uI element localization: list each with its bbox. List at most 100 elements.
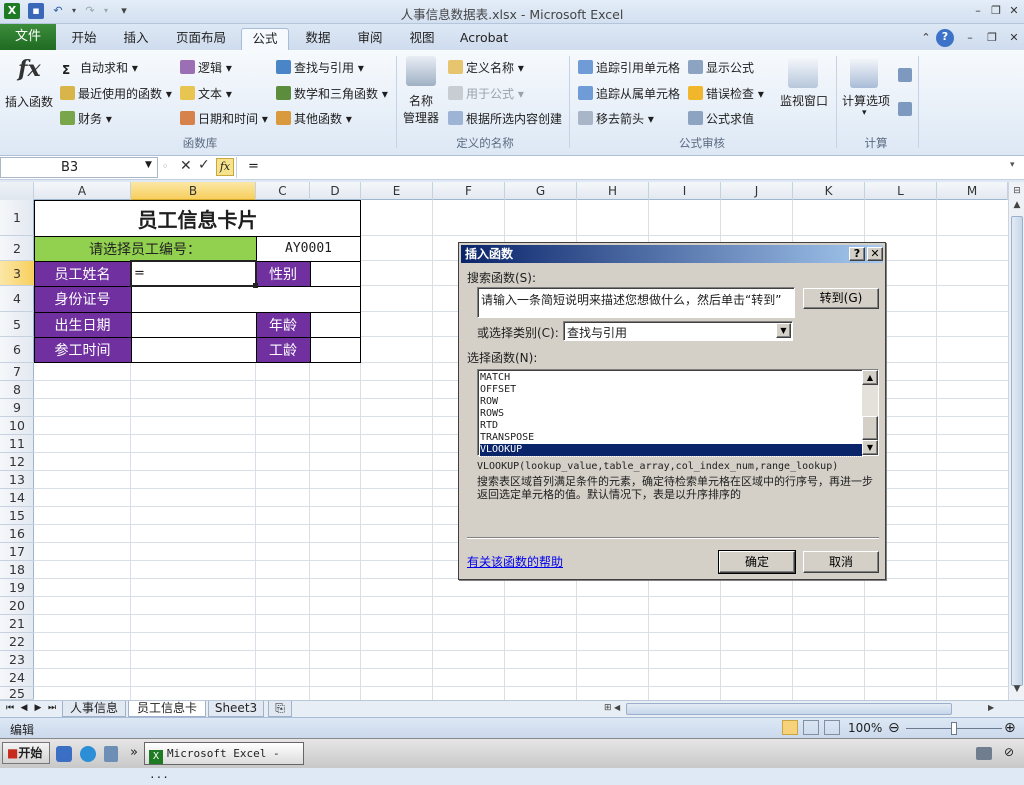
- row-header[interactable]: 5: [0, 312, 34, 337]
- name-manager-line1[interactable]: 名称: [409, 92, 433, 109]
- evaluate-formula-button[interactable]: 公式求值: [688, 110, 754, 127]
- vertical-scrollbar[interactable]: ⊟ ▲ ▼: [1008, 182, 1024, 700]
- formula-expand-icon[interactable]: ▾: [1010, 160, 1015, 170]
- close-icon[interactable]: ✕: [1006, 3, 1022, 19]
- row-header[interactable]: 1: [0, 200, 34, 236]
- first-sheet-icon[interactable]: ⏮: [4, 701, 16, 717]
- scroll-split-icon[interactable]: ⊟: [1011, 184, 1023, 198]
- show-desktop-icon[interactable]: [56, 746, 72, 762]
- trace-dependents-button[interactable]: 追踪从属单元格: [578, 85, 680, 102]
- doc-restore-icon[interactable]: ❐: [984, 30, 1000, 46]
- autosum-button[interactable]: Σ 自动求和 ▾: [62, 59, 138, 77]
- list-scroll-down-icon[interactable]: ▼: [862, 440, 878, 455]
- sheet-tab[interactable]: Sheet3: [208, 701, 264, 717]
- scroll-up-icon[interactable]: ▲: [1011, 200, 1023, 214]
- row-header[interactable]: 25: [0, 687, 34, 700]
- cancel-button[interactable]: 取消: [803, 551, 879, 573]
- minimize-icon[interactable]: –: [970, 3, 986, 19]
- row-header[interactable]: 12: [0, 453, 34, 471]
- doc-close-icon[interactable]: ✕: [1006, 30, 1022, 46]
- column-header[interactable]: D: [310, 182, 361, 200]
- row-header-selected[interactable]: 3: [0, 261, 34, 286]
- tab-review[interactable]: 审阅: [348, 28, 392, 50]
- row-header[interactable]: 8: [0, 381, 34, 399]
- trace-precedents-button[interactable]: 追踪引用单元格: [578, 59, 680, 76]
- fill-handle[interactable]: [253, 283, 258, 288]
- logical-button[interactable]: 逻辑 ▾: [180, 59, 232, 76]
- tab-insert[interactable]: 插入: [114, 28, 158, 50]
- row-header[interactable]: 6: [0, 337, 34, 363]
- sheet-tab-active[interactable]: 员工信息卡: [128, 701, 206, 717]
- calculate-sheet-icon[interactable]: [898, 102, 912, 116]
- calculate-now-icon[interactable]: [898, 68, 912, 82]
- function-item[interactable]: ROWS: [480, 408, 862, 420]
- datetime-button[interactable]: 日期和时间 ▾: [180, 110, 268, 127]
- watch-window-button[interactable]: 监视窗口: [780, 92, 828, 109]
- horizontal-scroll-thumb[interactable]: [626, 703, 952, 715]
- row-header[interactable]: 13: [0, 471, 34, 489]
- function-item[interactable]: RTD: [480, 420, 862, 432]
- create-from-selection-button[interactable]: 根据所选内容创建: [448, 110, 562, 127]
- row-header[interactable]: 2: [0, 236, 34, 261]
- media-icon[interactable]: [104, 746, 118, 762]
- category-select[interactable]: 查找与引用 ▼: [563, 321, 793, 341]
- keyboard-tray-icon[interactable]: [976, 747, 992, 760]
- column-header[interactable]: M: [937, 182, 1008, 200]
- math-trig-button[interactable]: 数学和三角函数 ▾: [276, 85, 388, 102]
- zoom-level[interactable]: 100%: [848, 721, 882, 735]
- last-sheet-icon[interactable]: ⏭: [46, 701, 58, 717]
- calc-options-button[interactable]: 计算选项: [842, 92, 890, 109]
- help-icon[interactable]: ?: [936, 29, 954, 47]
- function-list-scrollbar[interactable]: ▲ ▼: [862, 370, 878, 455]
- function-item[interactable]: OFFSET: [480, 384, 862, 396]
- row-header[interactable]: 22: [0, 633, 34, 651]
- list-scroll-thumb[interactable]: [862, 416, 878, 440]
- name-box-dropdown-icon[interactable]: ▼: [145, 160, 152, 170]
- row-header[interactable]: 14: [0, 489, 34, 507]
- tab-file[interactable]: 文件: [0, 24, 56, 50]
- column-header[interactable]: J: [721, 182, 793, 200]
- column-header[interactable]: A: [34, 182, 131, 200]
- row-header[interactable]: 18: [0, 561, 34, 579]
- internet-explorer-icon[interactable]: [80, 746, 96, 762]
- cancel-entry-icon[interactable]: ✕: [180, 158, 192, 174]
- page-layout-view-icon[interactable]: [803, 720, 819, 735]
- row-header[interactable]: 16: [0, 525, 34, 543]
- start-button[interactable]: ■开始: [2, 742, 50, 764]
- scroll-left-icon[interactable]: ◀: [614, 703, 624, 715]
- doc-minimize-icon[interactable]: –: [962, 30, 978, 46]
- prev-sheet-icon[interactable]: ◀: [18, 701, 30, 717]
- financial-button[interactable]: 财务 ▾: [60, 110, 112, 127]
- zoom-out-icon[interactable]: ⊖: [888, 720, 900, 736]
- select-all-corner[interactable]: [0, 182, 34, 200]
- function-item[interactable]: TRANSPOSE: [480, 432, 862, 444]
- column-header[interactable]: I: [649, 182, 721, 200]
- row-header[interactable]: 21: [0, 615, 34, 633]
- insert-sheet-icon[interactable]: ⎘: [268, 701, 292, 717]
- function-item-selected[interactable]: VLOOKUP: [479, 443, 863, 457]
- row-header[interactable]: 15: [0, 507, 34, 525]
- row-header[interactable]: 9: [0, 399, 34, 417]
- tab-page-layout[interactable]: 页面布局: [170, 28, 232, 50]
- row-header[interactable]: 20: [0, 597, 34, 615]
- column-header[interactable]: E: [361, 182, 433, 200]
- define-name-button[interactable]: 定义名称 ▾: [448, 59, 524, 76]
- column-header[interactable]: L: [865, 182, 937, 200]
- tab-data[interactable]: 数据: [296, 28, 340, 50]
- quicklaunch-more-icon[interactable]: »: [130, 745, 138, 760]
- normal-view-icon[interactable]: [782, 720, 798, 735]
- restore-icon[interactable]: ❐: [988, 3, 1004, 19]
- row-header[interactable]: 10: [0, 417, 34, 435]
- dialog-help-icon[interactable]: ?: [849, 247, 865, 261]
- sheet-tab[interactable]: 人事信息: [62, 701, 126, 717]
- tab-home[interactable]: 开始: [62, 28, 106, 50]
- dialog-close-icon[interactable]: ✕: [867, 247, 883, 261]
- scroll-thumb[interactable]: [1011, 216, 1023, 686]
- column-header[interactable]: C: [256, 182, 310, 200]
- recent-functions-button[interactable]: 最近使用的函数 ▾: [60, 85, 172, 102]
- error-checking-button[interactable]: 错误检查 ▾: [688, 85, 764, 102]
- column-header[interactable]: H: [577, 182, 649, 200]
- fx-icon[interactable]: fx: [18, 56, 41, 82]
- confirm-entry-icon[interactable]: ✓: [198, 157, 210, 173]
- tab-acrobat[interactable]: Acrobat: [452, 28, 516, 50]
